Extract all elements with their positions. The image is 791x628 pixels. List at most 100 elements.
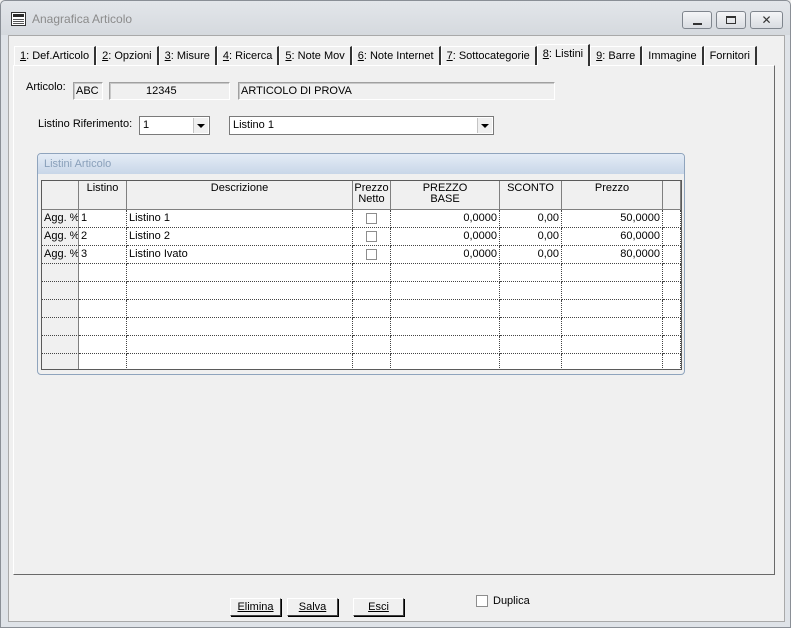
row-header-cell[interactable]: Agg. % (42, 228, 79, 246)
grid-cell[interactable]: 0,0000 (391, 210, 500, 228)
listino-name-select[interactable]: Listino 1 (229, 116, 494, 135)
prezzo-netto-checkbox[interactable] (366, 213, 377, 224)
grid-header-cell[interactable]: Prezzo (562, 181, 663, 210)
grid-cell[interactable]: 0,00 (500, 228, 562, 246)
grid-header-cell[interactable]: PREZZO BASE (391, 181, 500, 210)
grid-cell[interactable] (562, 336, 663, 354)
grid-cell[interactable] (353, 264, 391, 282)
grid-cell[interactable] (391, 282, 500, 300)
grid-cell[interactable] (127, 282, 353, 300)
row-header-cell[interactable] (42, 336, 79, 354)
grid-cell[interactable] (663, 264, 681, 282)
close-button[interactable]: ✕ (750, 11, 783, 29)
grid-cell[interactable] (562, 282, 663, 300)
prezzo-netto-checkbox[interactable] (366, 231, 377, 242)
row-header-cell[interactable] (42, 264, 79, 282)
row-header-cell[interactable] (42, 300, 79, 318)
grid-cell[interactable] (562, 264, 663, 282)
duplica-checkbox[interactable] (476, 595, 488, 607)
chevron-down-icon[interactable] (477, 118, 492, 133)
grid-cell[interactable]: 0,0000 (391, 228, 500, 246)
grid-cell[interactable] (79, 318, 127, 336)
grid-cell[interactable] (663, 246, 681, 264)
grid-cell[interactable] (562, 354, 663, 369)
esci-button[interactable]: Esci (353, 598, 404, 616)
tab-immagine[interactable]: Immagine (642, 46, 704, 66)
grid-cell[interactable] (127, 336, 353, 354)
grid-cell[interactable] (663, 318, 681, 336)
grid-cell[interactable] (79, 354, 127, 369)
grid-cell[interactable]: 2 (79, 228, 127, 246)
tab-5[interactable]: 5: Note Mov (279, 46, 352, 66)
grid-cell[interactable]: 3 (79, 246, 127, 264)
tab-8[interactable]: 8: Listini (536, 44, 591, 66)
grid-cell[interactable] (79, 300, 127, 318)
grid-cell[interactable] (562, 318, 663, 336)
grid-cell[interactable] (500, 264, 562, 282)
grid-cell[interactable]: Listino 1 (127, 210, 353, 228)
grid-header-cell[interactable]: Listino (79, 181, 127, 210)
listino-number-select[interactable]: 1 (139, 116, 210, 135)
grid-cell[interactable] (353, 336, 391, 354)
maximize-button[interactable] (716, 11, 746, 29)
tab-4[interactable]: 4: Ricerca (216, 46, 280, 66)
grid-cell[interactable] (663, 210, 681, 228)
grid-cell[interactable] (500, 318, 562, 336)
grid-cell[interactable] (391, 354, 500, 369)
grid-cell[interactable]: 80,0000 (562, 246, 663, 264)
grid-cell[interactable] (562, 300, 663, 318)
grid-cell[interactable] (663, 300, 681, 318)
grid-cell[interactable] (391, 318, 500, 336)
grid-header-cell[interactable]: SCONTO (500, 181, 562, 210)
grid-cell[interactable] (127, 318, 353, 336)
grid-cell[interactable] (353, 282, 391, 300)
row-header-cell[interactable]: Agg. % (42, 246, 79, 264)
grid-header-cell[interactable]: Prezzo Netto (353, 181, 391, 210)
grid-cell[interactable] (500, 300, 562, 318)
row-header-cell[interactable] (42, 318, 79, 336)
salva-button[interactable]: Salva (287, 598, 338, 616)
grid-cell[interactable] (353, 246, 391, 264)
tab-3[interactable]: 3: Misure (158, 46, 217, 66)
tab-6[interactable]: 6: Note Internet (351, 46, 441, 66)
grid-cell[interactable] (353, 300, 391, 318)
grid-cell[interactable]: 1 (79, 210, 127, 228)
grid-cell[interactable] (391, 336, 500, 354)
row-header-cell[interactable]: Agg. % (42, 210, 79, 228)
tab-7[interactable]: 7: Sottocategorie (440, 46, 537, 66)
grid-cell[interactable] (353, 210, 391, 228)
form-app-icon[interactable] (11, 12, 26, 26)
tab-1[interactable]: 1: Def.Articolo (14, 46, 97, 66)
grid-cell[interactable] (663, 336, 681, 354)
chevron-down-icon[interactable] (193, 118, 208, 133)
grid-cell[interactable]: 0,00 (500, 246, 562, 264)
grid-cell[interactable] (663, 228, 681, 246)
grid-header-cell[interactable] (42, 181, 79, 210)
grid-cell[interactable] (79, 336, 127, 354)
tab-2[interactable]: 2: Opzioni (96, 46, 159, 66)
grid-cell[interactable]: 0,0000 (391, 246, 500, 264)
grid-cell[interactable] (127, 264, 353, 282)
grid-cell[interactable]: 60,0000 (562, 228, 663, 246)
grid-cell[interactable] (127, 300, 353, 318)
grid-cell[interactable] (500, 336, 562, 354)
grid-cell[interactable] (500, 354, 562, 369)
grid-cell[interactable] (391, 300, 500, 318)
tab-9[interactable]: 9: Barre (590, 46, 643, 66)
tab-fornitori[interactable]: Fornitori (703, 46, 757, 66)
grid-cell[interactable] (79, 264, 127, 282)
grid-cell[interactable] (500, 282, 562, 300)
row-header-cell[interactable] (42, 282, 79, 300)
grid-cell[interactable] (391, 264, 500, 282)
grid-cell[interactable] (353, 318, 391, 336)
grid-header-cell[interactable]: Descrizione (127, 181, 353, 210)
title-bar[interactable]: Anagrafica Articolo ✕ (1, 1, 790, 35)
grid-cell[interactable]: Listino 2 (127, 228, 353, 246)
grid-cell[interactable]: 50,0000 (562, 210, 663, 228)
elimina-button[interactable]: Elimina (230, 598, 281, 616)
grid-cell[interactable]: Listino Ivato (127, 246, 353, 264)
grid-cell[interactable] (79, 282, 127, 300)
grid-cell[interactable] (353, 354, 391, 369)
grid-cell[interactable] (353, 228, 391, 246)
row-header-cell[interactable] (42, 354, 79, 369)
